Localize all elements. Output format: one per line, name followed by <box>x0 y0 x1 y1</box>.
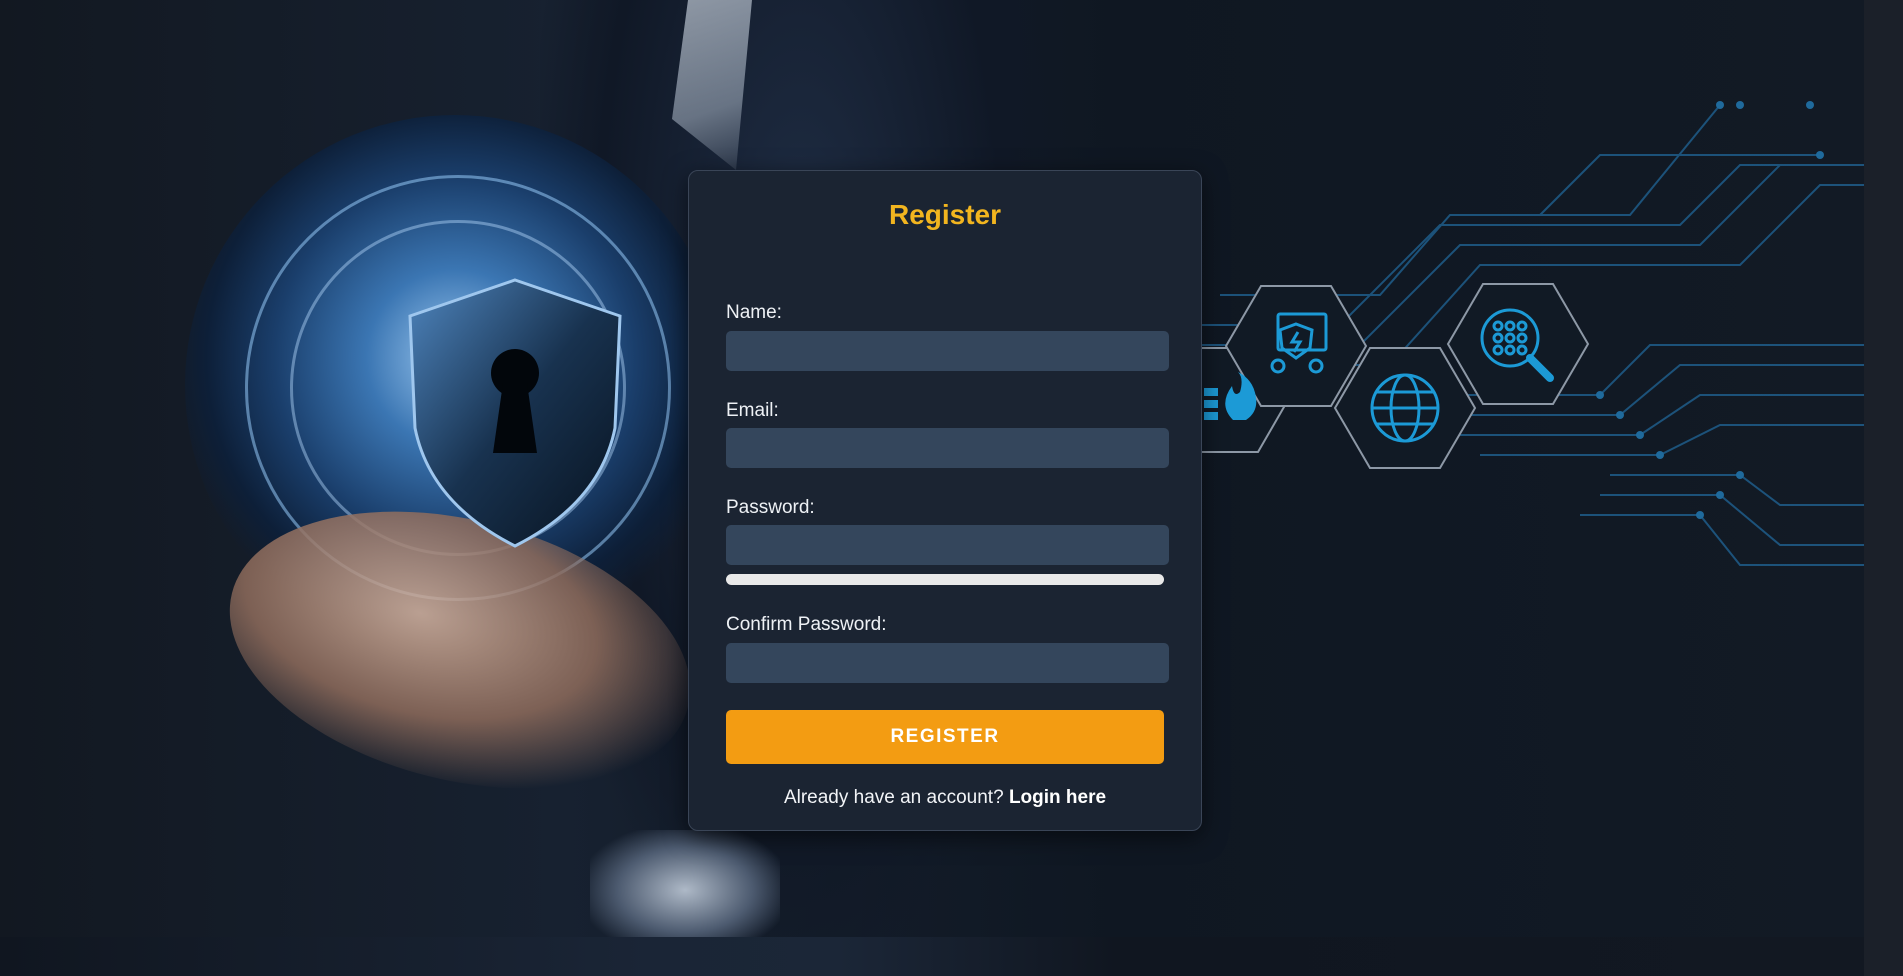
form-title: Register <box>888 199 1002 230</box>
login-prompt: Already have an account? Login here <box>689 787 1201 809</box>
register-card: Register Name: Email: Password: Confirm … <box>688 170 1202 831</box>
confirm-password-input[interactable] <box>726 643 1169 683</box>
security-hexagons <box>1188 283 1590 469</box>
password-input[interactable] <box>726 525 1169 565</box>
password-label: Password: <box>726 497 815 518</box>
email-input[interactable] <box>726 428 1169 468</box>
shield-keyhole-icon <box>408 278 622 548</box>
name-label: Name: <box>726 302 782 323</box>
register-button[interactable]: REGISTER <box>726 710 1164 764</box>
password-strength-bar <box>726 574 1164 585</box>
email-label: Email: <box>726 400 779 421</box>
confirm-password-label: Confirm Password: <box>726 614 887 635</box>
name-input[interactable] <box>726 331 1169 371</box>
login-link[interactable]: Login here <box>1009 787 1106 808</box>
login-prompt-text: Already have an account? <box>783 787 1004 808</box>
background-repeat-strip <box>0 937 1864 976</box>
page-scrollbar[interactable] <box>1864 0 1903 976</box>
shirt-cuff <box>590 830 780 937</box>
